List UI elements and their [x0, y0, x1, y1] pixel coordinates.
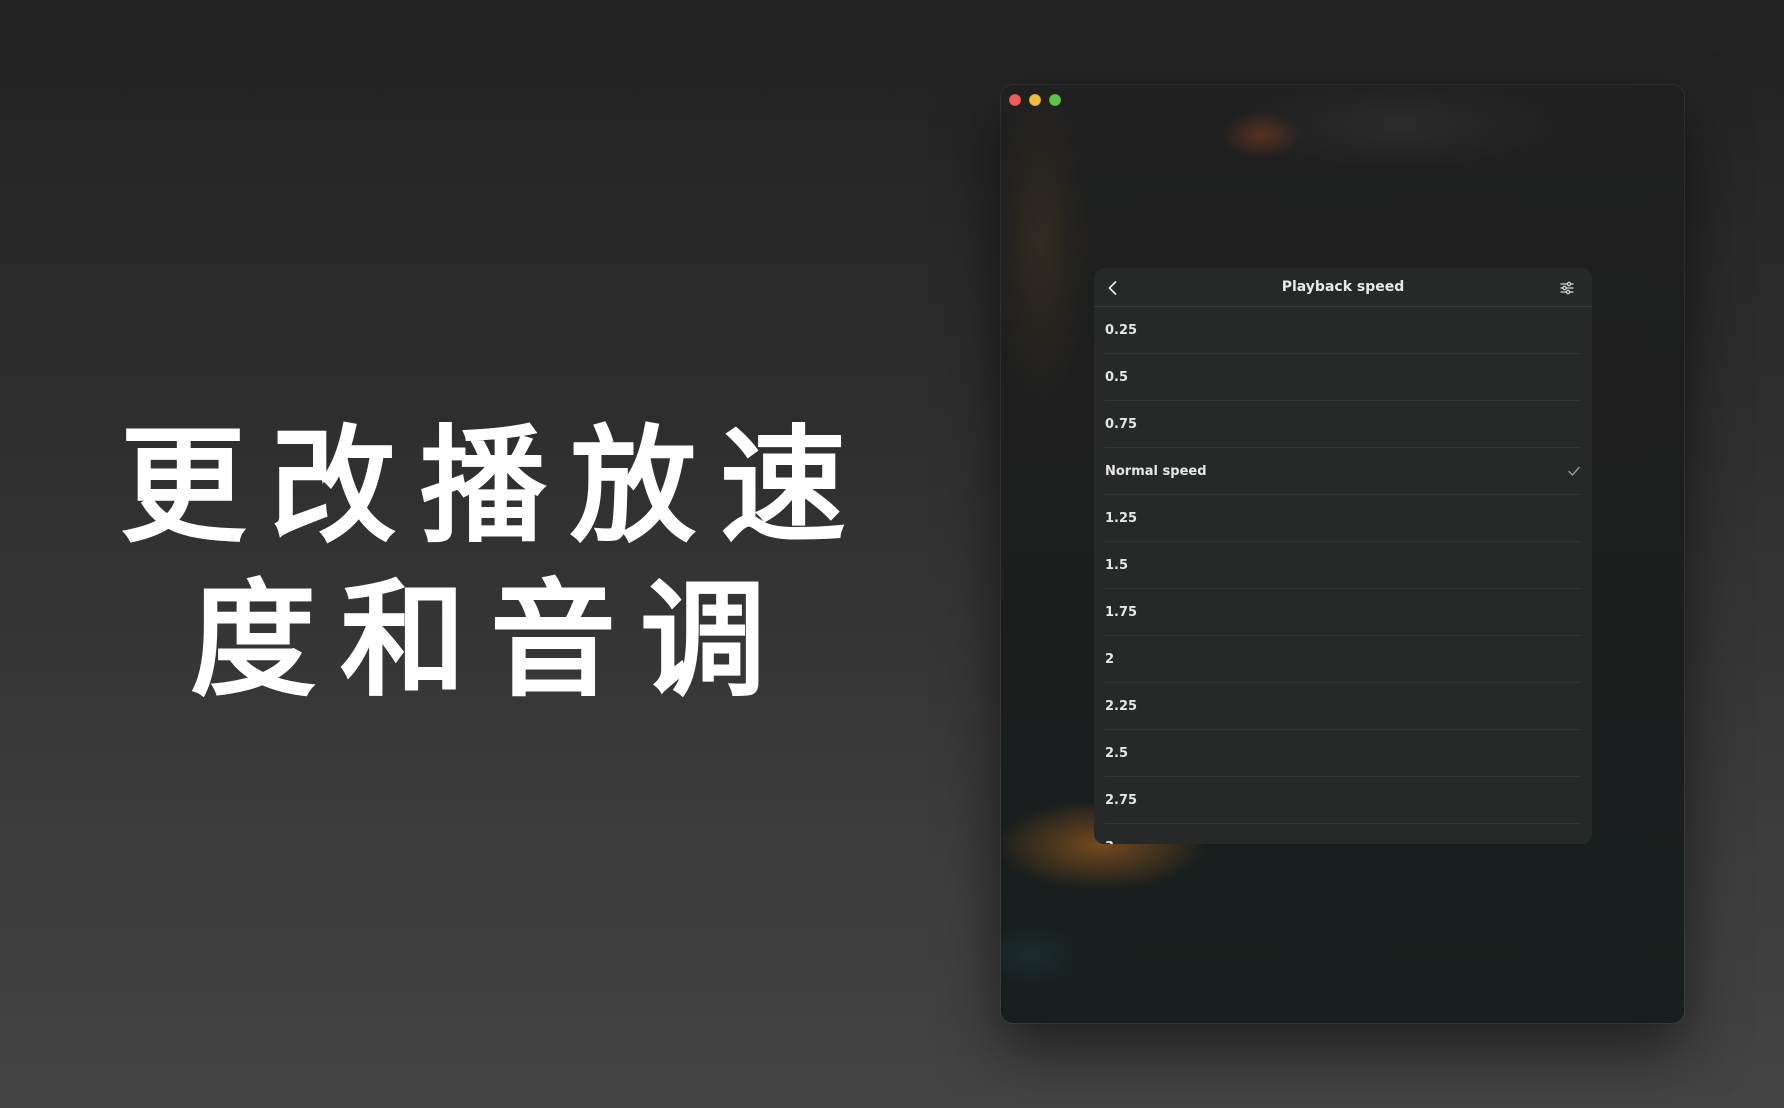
- panel-header: Playback speed: [1094, 268, 1592, 307]
- speed-option[interactable]: 0.5: [1105, 354, 1581, 401]
- speed-option[interactable]: Normal speed: [1105, 448, 1581, 495]
- checkmark-icon: [1567, 465, 1581, 477]
- speed-option-label: 1.5: [1105, 557, 1129, 573]
- speed-option[interactable]: 2.5: [1105, 730, 1581, 777]
- speed-option[interactable]: 2.25: [1105, 683, 1581, 730]
- headline-line-1: 更改播放速: [120, 413, 870, 560]
- speed-option-label: 1.75: [1105, 604, 1138, 620]
- panel-title: Playback speed: [1281, 279, 1405, 295]
- speed-option[interactable]: 2: [1105, 636, 1581, 683]
- speed-option-label: 2.5: [1105, 745, 1129, 761]
- speed-option[interactable]: 3: [1105, 824, 1581, 845]
- speed-option-label: 3: [1105, 840, 1114, 845]
- speed-option-label: 1.25: [1105, 510, 1138, 526]
- minimize-window-button[interactable]: [1029, 94, 1041, 106]
- speed-option[interactable]: 2.75: [1105, 777, 1581, 824]
- speed-option-label: 0.5: [1105, 369, 1129, 385]
- close-window-button[interactable]: [1009, 94, 1021, 106]
- speed-settings-button[interactable]: [1554, 275, 1580, 301]
- speed-option-label: 0.25: [1105, 322, 1138, 338]
- speed-option[interactable]: 0.25: [1105, 307, 1581, 354]
- speed-option[interactable]: 0.75: [1105, 401, 1581, 448]
- speed-option[interactable]: 1.75: [1105, 589, 1581, 636]
- speed-option-label: Normal speed: [1105, 463, 1207, 479]
- speed-option-label: 0.75: [1105, 416, 1138, 432]
- speed-option[interactable]: 1.25: [1105, 495, 1581, 542]
- promo-headline: 更改播放速 度和音调: [120, 410, 860, 718]
- sliders-icon: [1560, 281, 1574, 295]
- speed-option-label: 2.25: [1105, 698, 1138, 714]
- headline-line-2: 度和音调: [190, 567, 790, 714]
- speed-option[interactable]: 1.5: [1105, 542, 1581, 589]
- zoom-window-button[interactable]: [1049, 94, 1061, 106]
- speed-option-label: 2: [1105, 651, 1115, 667]
- speed-option-label: 2.75: [1105, 792, 1138, 808]
- speed-options-list: 0.25 0.5 0.75 Normal speed 1.25 1.5 1.75 2 2.25 2…: [1094, 307, 1592, 844]
- window-controls: [1009, 94, 1061, 106]
- playback-speed-panel: Playback speed 0.25 0.5 0.75 Normal spee…: [1094, 268, 1592, 844]
- app-window: Playback speed 0.25 0.5 0.75 Normal spee…: [1001, 85, 1684, 1023]
